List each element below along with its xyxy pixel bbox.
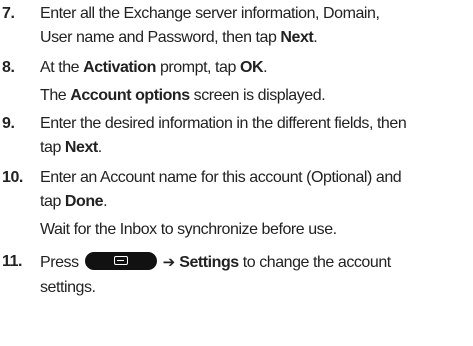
ui-term-settings: Settings	[179, 254, 239, 271]
step-text: settings.	[40, 279, 96, 296]
step-text-line: At the Activation prompt, tap OK.	[40, 56, 268, 80]
step-text: .	[263, 59, 268, 76]
step-text: Wait for the Inbox to synchronize before…	[40, 221, 337, 238]
instructions-page: 7. Enter all the Exchange server informa…	[0, 0, 473, 346]
step-text-line: User name and Password, then tap Next.	[40, 26, 318, 50]
step-text: At the	[40, 59, 84, 76]
step-text: The	[40, 87, 71, 104]
menu-glyph-icon	[113, 256, 128, 266]
step-text: to change the account	[238, 254, 391, 271]
step-text-line: Enter an Account name for this account (…	[40, 166, 402, 190]
step-number: 9.	[2, 115, 15, 132]
step-text-line: tap Done.	[40, 190, 108, 214]
ui-term-next: Next	[280, 29, 314, 46]
step-text-line: Wait for the Inbox to synchronize before…	[40, 218, 337, 242]
ui-term-account-options: Account options	[70, 87, 190, 104]
step-text: .	[97, 139, 102, 156]
step-text-line: Enter the desired information in the dif…	[40, 112, 407, 136]
step-number: 7.	[2, 5, 15, 22]
ui-term-done: Done	[64, 193, 104, 210]
menu-key-icon	[84, 252, 157, 271]
step-number: 8.	[2, 59, 15, 76]
ui-term-next: Next	[64, 139, 98, 156]
right-arrow-icon: ➔	[162, 253, 176, 271]
step-text: tap	[40, 193, 65, 210]
step-text: Enter all the Exchange server informatio…	[40, 5, 380, 22]
ui-term-activation: Activation	[83, 59, 156, 76]
step-text-line: Enter all the Exchange server informatio…	[40, 2, 380, 26]
step-text-line: The Account options screen is displayed.	[40, 84, 326, 108]
step-text: tap	[40, 139, 65, 156]
step-text-line: Press ➔ Settings to change the account	[40, 250, 391, 275]
step-text: Enter the desired information in the dif…	[40, 115, 407, 132]
step-text: Enter an Account name for this account (…	[40, 169, 402, 186]
step-text: Press	[40, 254, 83, 271]
step-text-line: settings.	[40, 276, 96, 300]
step-text: User name and Password, then tap	[40, 29, 281, 46]
step-text-line: tap Next.	[40, 136, 102, 160]
step-text: screen is displayed.	[189, 87, 326, 104]
step-text: .	[313, 29, 318, 46]
ui-term-ok: OK	[239, 59, 264, 76]
step-text: prompt, tap	[155, 59, 240, 76]
step-number: 11.	[2, 253, 23, 270]
step-text: .	[103, 193, 108, 210]
step-number: 10.	[2, 169, 23, 186]
